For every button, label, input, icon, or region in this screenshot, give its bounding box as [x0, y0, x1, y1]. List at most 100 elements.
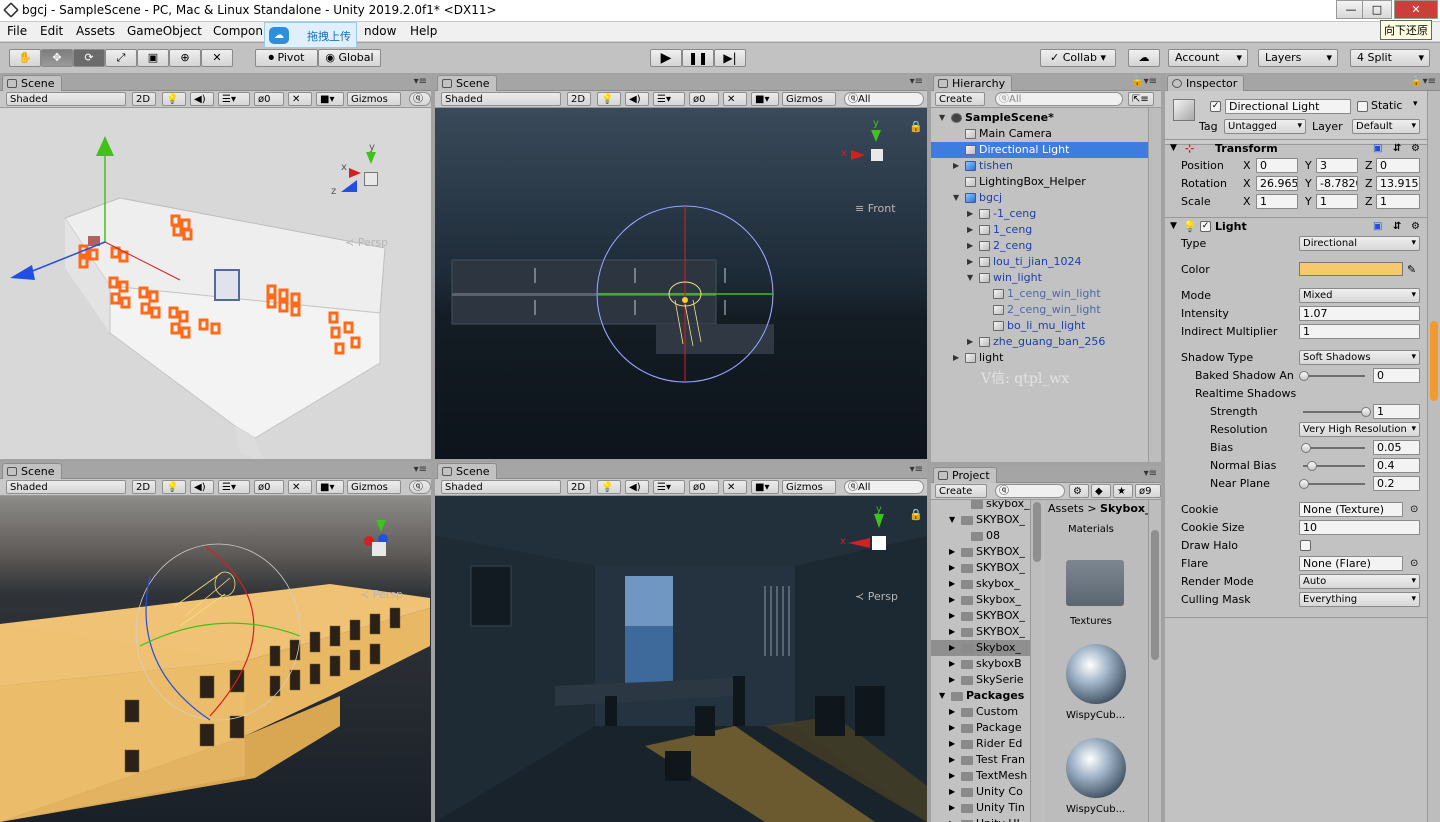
collapsed-arrow-icon[interactable]: ▶ — [949, 592, 955, 608]
lighting-toggle-icon[interactable]: 💡 — [162, 92, 186, 106]
layout-dropdown[interactable]: 4 Split ▾ — [1350, 49, 1430, 67]
project-folder-item[interactable]: skybox_ — [931, 500, 1031, 512]
pane-options-icon[interactable]: ▾≡ — [1144, 468, 1157, 479]
intensity-field[interactable]: 1.07 — [1299, 306, 1420, 321]
shading-mode-dropdown[interactable]: Shaded — [441, 92, 561, 106]
scene-search-input[interactable]: ⓠ — [409, 92, 431, 106]
camera-dropdown-icon[interactable]: ■▾ — [751, 480, 779, 494]
normal-bias-slider-knob[interactable] — [1307, 461, 1318, 471]
scene-tab[interactable]: Scene — [2, 463, 62, 479]
collapsed-arrow-icon[interactable]: ▶ — [949, 768, 955, 784]
lock-icon[interactable]: 🔒▾≡ — [1131, 76, 1157, 87]
play-button[interactable]: ▶ — [650, 49, 682, 67]
collapsed-arrow-icon[interactable]: ▶ — [949, 656, 955, 672]
expanded-arrow-icon[interactable]: ▼ — [967, 270, 973, 286]
project-folder-item[interactable]: ▶ SKYBOX_ — [931, 608, 1031, 624]
project-folder-item[interactable]: ▶ Custom — [931, 704, 1031, 720]
hierarchy-item[interactable]: Directional Light — [931, 142, 1161, 158]
effects-dropdown-icon[interactable]: ☰▾ — [218, 480, 250, 494]
project-folder-item[interactable]: ▼ SKYBOX_ — [931, 512, 1031, 528]
layers-dropdown[interactable]: Layers ▾ — [1258, 49, 1338, 67]
project-folder-item[interactable]: ▶ Skybox_ — [931, 640, 1031, 656]
rotation-x-field[interactable]: 26.965 — [1256, 176, 1298, 191]
scene-viewport[interactable]: y x 🔒 ≡ Front — [435, 108, 927, 459]
lock-icon[interactable]: 🔒 — [909, 120, 923, 133]
hidden-objects-toggle[interactable]: ø0 — [689, 480, 719, 494]
gizmos-dropdown[interactable]: Gizmos — [347, 92, 401, 106]
shading-mode-dropdown[interactable]: Shaded — [6, 92, 126, 106]
audio-toggle-icon[interactable]: ◀) — [625, 480, 649, 494]
breadcrumb-current[interactable]: Skybox_ — [1100, 502, 1150, 515]
cookie-field[interactable]: None (Texture) — [1299, 502, 1403, 517]
object-name-field[interactable]: Directional Light — [1225, 99, 1351, 114]
project-folder-item[interactable]: ▶ skyboxB — [931, 656, 1031, 672]
transform-header[interactable]: ▼ ⊹ Transform ▣ ⇵ ⚙ — [1165, 139, 1440, 157]
lighting-toggle-icon[interactable]: 💡 — [162, 480, 186, 494]
camera-mode-label[interactable]: ≺ Persp — [360, 588, 403, 601]
hierarchy-item[interactable]: ▶ 1_ceng — [931, 222, 1161, 238]
light-mode-dropdown[interactable]: Mixed — [1299, 288, 1420, 303]
collapsed-arrow-icon[interactable]: ▶ — [949, 752, 955, 768]
collapsed-arrow-icon[interactable]: ▶ — [949, 672, 955, 688]
hierarchy-item[interactable]: bo_li_mu_light — [931, 318, 1161, 334]
indirect-field[interactable]: 1 — [1299, 324, 1420, 339]
grid-tool-icon[interactable]: ✕ — [723, 480, 747, 494]
menu-component[interactable]: Compon — [213, 24, 263, 38]
position-z-field[interactable]: 0 — [1376, 158, 1420, 173]
gizmos-dropdown[interactable]: Gizmos — [782, 480, 836, 494]
expanded-arrow-icon[interactable]: ▼ — [939, 688, 945, 704]
camera-dropdown-icon[interactable]: ■▾ — [316, 92, 344, 106]
hierarchy-item[interactable]: ▶ light — [931, 350, 1161, 366]
bias-slider[interactable] — [1303, 447, 1365, 449]
gizmo-x-axis-icon[interactable] — [349, 168, 361, 178]
expanded-arrow-icon[interactable]: ▼ — [953, 190, 959, 206]
project-asset-scrollbar[interactable] — [1148, 500, 1161, 822]
hierarchy-item[interactable]: ▶ 2_ceng — [931, 238, 1161, 254]
view-orientation-gizmo[interactable]: y x — [840, 504, 910, 578]
inspector-tab[interactable]: Inspector — [1167, 75, 1245, 91]
scene-search-input[interactable]: ⓠAll — [844, 480, 924, 494]
restore-button[interactable]: □ — [1362, 0, 1392, 19]
asset-wispy-1-label[interactable]: WispyCub... — [1066, 710, 1125, 721]
gizmo-x-axis-icon[interactable] — [851, 150, 865, 160]
active-checkbox[interactable]: ✓ — [1210, 101, 1221, 112]
collapsed-arrow-icon[interactable]: ▶ — [949, 816, 955, 822]
presets-icon[interactable]: ⇵ — [1393, 218, 1401, 235]
help-book-icon[interactable]: ▣ — [1373, 140, 1382, 157]
menu-window[interactable]: ndow — [364, 24, 396, 38]
gizmo-center-cube-icon[interactable] — [364, 172, 378, 186]
project-folder-item[interactable]: ▶ Skybox_ — [931, 592, 1031, 608]
asset-textures-label[interactable]: Textures — [1070, 616, 1112, 627]
position-y-field[interactable]: 3 — [1316, 158, 1358, 173]
menu-edit[interactable]: Edit — [40, 24, 63, 38]
collapsed-arrow-icon[interactable]: ▶ — [967, 206, 973, 222]
audio-toggle-icon[interactable]: ◀) — [625, 92, 649, 106]
menu-gameobject[interactable]: GameObject — [127, 24, 202, 38]
camera-mode-label[interactable]: ≺ Persp — [855, 590, 898, 603]
scene-viewport[interactable]: y x z ≺ Persp — [0, 108, 431, 459]
project-folder-item[interactable]: ▶ SKYBOX_ — [931, 544, 1031, 560]
static-checkbox[interactable] — [1357, 101, 1368, 112]
upload-overlay[interactable]: ☁ 拖拽上传 — [264, 22, 357, 48]
hierarchy-scrollbar[interactable] — [1148, 108, 1161, 462]
layer-dropdown[interactable]: Default — [1352, 119, 1420, 134]
collapsed-arrow-icon[interactable]: ▶ — [949, 560, 955, 576]
project-tab[interactable]: Project — [933, 467, 997, 483]
eyedropper-icon[interactable]: ✎ — [1407, 261, 1416, 278]
collapsed-arrow-icon[interactable]: ▶ — [953, 158, 959, 174]
collapsed-arrow-icon[interactable]: ▶ — [949, 608, 955, 624]
effects-dropdown-icon[interactable]: ☰▾ — [218, 92, 250, 106]
project-folder-item[interactable]: ▶ SKYBOX_ — [931, 624, 1031, 640]
hierarchy-item[interactable]: LightingBox_Helper — [931, 174, 1161, 190]
lock-icon[interactable]: 🔒 — [909, 508, 923, 521]
skybox-material-icon[interactable] — [1066, 738, 1126, 798]
hierarchy-item[interactable]: 1_ceng_win_light — [931, 286, 1161, 302]
render-mode-dropdown[interactable]: Auto — [1299, 574, 1420, 589]
transform-tool-button[interactable]: ⊕ — [169, 49, 201, 67]
near-plane-field[interactable]: 0.2 — [1373, 476, 1420, 491]
step-button[interactable]: ▶| — [714, 49, 746, 67]
project-folder-item[interactable]: ▶ SKYBOX_ — [931, 560, 1031, 576]
view-orientation-gizmo[interactable]: y x z — [331, 142, 405, 218]
create-dropdown[interactable]: Create — [935, 92, 985, 106]
object-picker-icon[interactable]: ⊙ — [1410, 501, 1418, 518]
